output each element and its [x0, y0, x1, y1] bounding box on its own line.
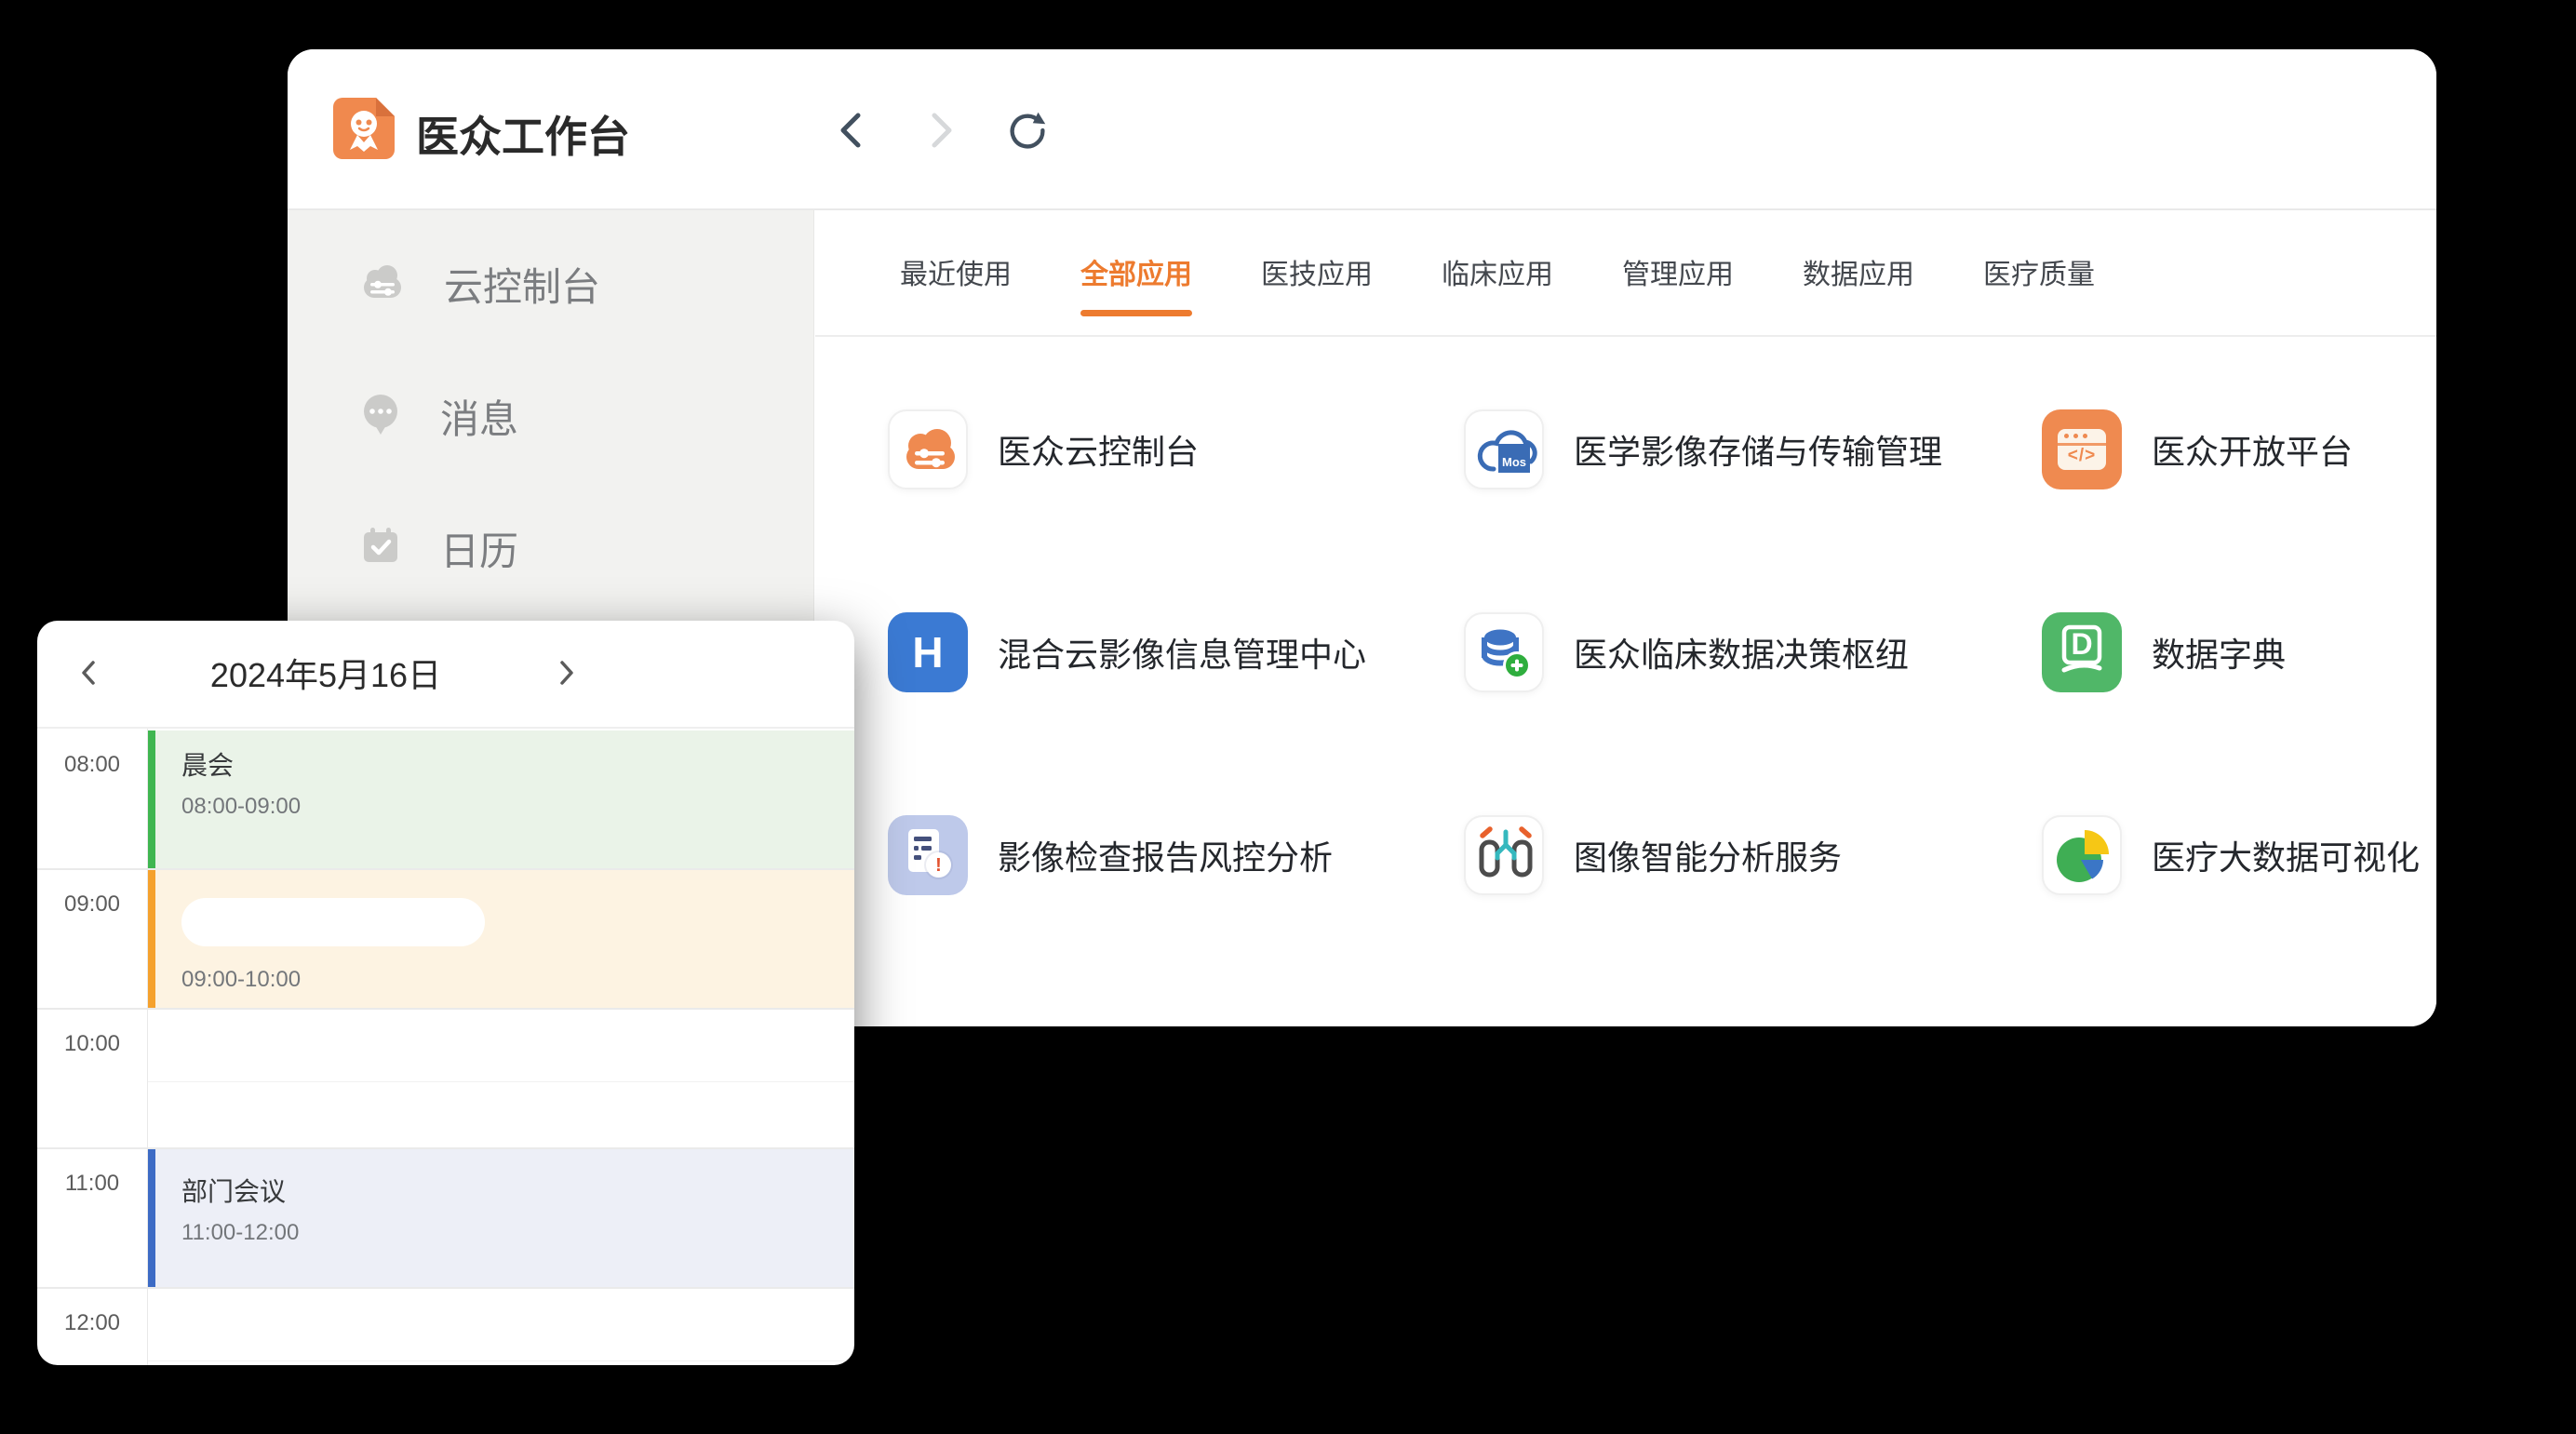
tab-recently-used[interactable]: 最近使用	[900, 251, 1012, 324]
sidebar-item-cloud-console[interactable]: 云控制台	[358, 256, 813, 312]
calendar-prev-day-button[interactable]	[63, 647, 115, 699]
mascot-app-logo-icon	[333, 98, 395, 159]
calendar-next-day-button[interactable]	[540, 647, 592, 699]
sidebar-item-messages[interactable]: 消息	[358, 388, 813, 444]
cloud-sliders-icon	[358, 260, 407, 309]
desktop-background: 医众工作台	[0, 0, 2576, 1434]
dictionary-book-icon: D	[2042, 612, 2122, 692]
sidebar-item-label: 消息	[440, 388, 518, 445]
half-hour-gridline	[148, 1081, 854, 1082]
event-title: 部门会议	[181, 1172, 854, 1209]
app-label: 混合云影像信息管理中心	[998, 628, 1366, 677]
sidebar-item-label: 云控制台	[444, 256, 600, 313]
report-alert-icon: !	[888, 815, 968, 895]
app-label: 数据字典	[2152, 628, 2286, 677]
tab-all-apps[interactable]: 全部应用	[1080, 251, 1192, 324]
chat-bubble-icon	[358, 392, 403, 441]
app-item-data-dictionary[interactable]: D 数据字典	[2042, 612, 2436, 692]
lungs-icon	[1464, 815, 1544, 895]
app-label: 医学影像存储与传输管理	[1574, 425, 1942, 474]
app-item-image-ai-analysis[interactable]: 图像智能分析服务	[1464, 815, 2042, 895]
app-label: 医疗大数据可视化	[2152, 831, 2420, 879]
app-label: 医众云控制台	[998, 425, 1199, 474]
main-content: 最近使用 全部应用 医技应用 临床应用 管理应用 数据应用 医疗质量	[815, 210, 2436, 1026]
forward-button[interactable]	[917, 107, 963, 154]
code-window-icon: </>	[2042, 409, 2122, 489]
time-label: 11:00	[37, 1171, 147, 1197]
app-label: 影像检查报告风控分析	[998, 831, 1333, 879]
tab-data-apps[interactable]: 数据应用	[1803, 251, 1914, 324]
hour-gridline	[37, 1008, 854, 1010]
event-title-redacted-pill	[181, 898, 485, 946]
app-label: 医众开放平台	[2152, 425, 2353, 474]
app-item-clinical-data-hub[interactable]: 医众临床数据决策枢纽	[1464, 612, 2042, 692]
sidebar-item-calendar[interactable]: 日历	[358, 520, 813, 576]
database-plus-icon	[1464, 612, 1544, 692]
app-label: 图像智能分析服务	[1574, 831, 1842, 879]
calendar-panel: 2024年5月16日 08:00 09:00 10:00 11:00 12:00…	[37, 621, 854, 1365]
time-label: 08:00	[37, 752, 147, 778]
app-item-hybrid-cloud-imaging[interactable]: H 混合云影像信息管理中心	[888, 612, 1464, 692]
app-item-report-risk-analysis[interactable]: ! 影像检查报告风控分析	[888, 815, 1464, 895]
event-time: 08:00-09:00	[181, 794, 854, 820]
orange-cloud-sliders-icon	[888, 409, 968, 489]
mos-label: Mos	[1498, 444, 1530, 473]
event-time: 11:00-12:00	[181, 1220, 854, 1246]
calendar-header: 2024年5月16日	[37, 621, 854, 729]
back-button[interactable]	[829, 107, 876, 154]
tab-medtech-apps[interactable]: 医技应用	[1261, 251, 1373, 324]
half-hour-gridline	[148, 1360, 854, 1361]
app-item-cloud-console[interactable]: 医众云控制台	[888, 409, 1464, 489]
sidebar-item-label: 日历	[440, 520, 518, 577]
app-item-open-platform[interactable]: </> 医众开放平台	[2042, 409, 2436, 489]
letter-h-icon: H	[888, 612, 968, 692]
hour-gridline	[37, 1287, 854, 1289]
tab-management-apps[interactable]: 管理应用	[1622, 251, 1734, 324]
app-title: 医众工作台	[416, 103, 630, 165]
tab-medical-quality[interactable]: 医疗质量	[1983, 251, 2095, 324]
calendar-check-icon	[358, 524, 403, 573]
dictionary-letter: D	[2042, 627, 2122, 662]
navigation-controls	[829, 107, 1051, 154]
code-glyph: </>	[2058, 446, 2106, 466]
browser-window-shape: </>	[2058, 429, 2106, 470]
app-grid: 医众云控制台 Mos 医学影像存储与传输管理	[888, 409, 2436, 895]
app-item-big-data-visualization[interactable]: 医疗大数据可视化	[2042, 815, 2436, 895]
calendar-event-redacted[interactable]: 09:00-10:00	[148, 870, 854, 1008]
event-title: 晨会	[181, 745, 854, 783]
calendar-event-department-meeting[interactable]: 部门会议 11:00-12:00	[148, 1149, 854, 1287]
calendar-event-morning-meeting[interactable]: 晨会 08:00-09:00	[148, 730, 854, 868]
app-label: 医众临床数据决策枢纽	[1574, 628, 1909, 677]
event-time: 09:00-10:00	[181, 967, 854, 993]
app-item-imaging-storage[interactable]: Mos 医学影像存储与传输管理	[1464, 409, 2042, 489]
blue-cloud-mos-icon: Mos	[1464, 409, 1544, 489]
time-label: 09:00	[37, 891, 147, 918]
time-label: 10:00	[37, 1031, 147, 1057]
pie-chart-icon	[2042, 815, 2122, 895]
tab-clinical-apps[interactable]: 临床应用	[1442, 251, 1553, 324]
app-category-tabs: 最近使用 全部应用 医技应用 临床应用 管理应用 数据应用 医疗质量	[815, 210, 2436, 337]
calendar-date: 2024年5月16日	[140, 621, 512, 725]
time-label: 12:00	[37, 1310, 147, 1336]
window-header: 医众工作台	[288, 49, 2436, 210]
refresh-button[interactable]	[1004, 107, 1051, 154]
calendar-day-grid: 08:00 09:00 10:00 11:00 12:00 晨会 08:00-0…	[37, 729, 854, 1365]
alert-badge: !	[926, 852, 951, 878]
